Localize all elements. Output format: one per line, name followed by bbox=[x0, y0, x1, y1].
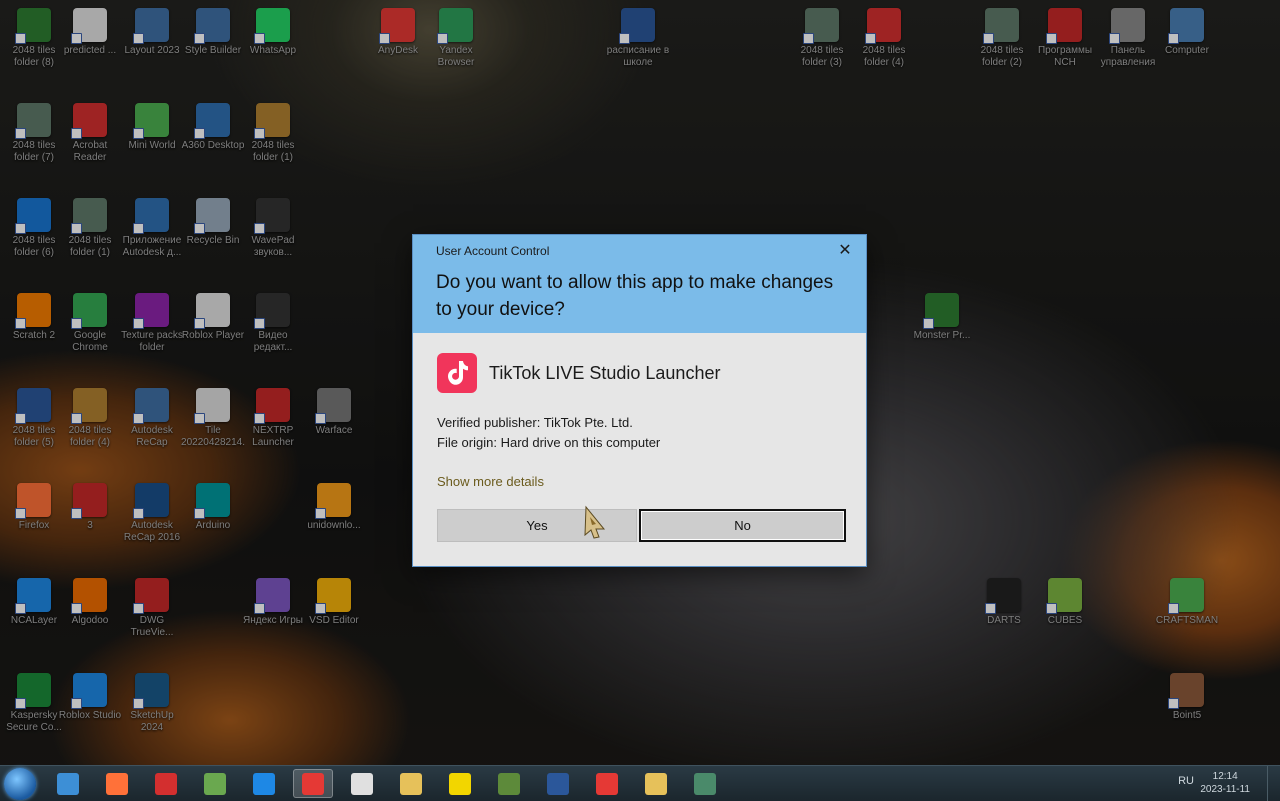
window-icon bbox=[694, 773, 716, 795]
clock-date: 2023-11-11 bbox=[1200, 784, 1250, 795]
word-icon bbox=[547, 773, 569, 795]
taskbar-button[interactable] bbox=[342, 769, 382, 798]
app-icon bbox=[351, 773, 373, 795]
language-indicator[interactable]: RU bbox=[1178, 775, 1194, 787]
minecraft-icon bbox=[204, 773, 226, 795]
taskbar-button[interactable] bbox=[293, 769, 333, 798]
yandex-icon bbox=[596, 773, 618, 795]
taskbar-button[interactable] bbox=[146, 769, 186, 798]
taskbar-button[interactable] bbox=[391, 769, 431, 798]
taskbar-button[interactable] bbox=[97, 769, 137, 798]
app-name: TikTok LIVE Studio Launcher bbox=[489, 363, 721, 383]
minecraft-launcher-icon bbox=[498, 773, 520, 795]
uac-title: User Account Control bbox=[436, 244, 550, 258]
taskbar-button[interactable] bbox=[195, 769, 235, 798]
ie-icon bbox=[253, 773, 275, 795]
file-origin: File origin: Hard drive on this computer bbox=[437, 435, 661, 450]
taskbar-button[interactable] bbox=[48, 769, 88, 798]
firefox-icon bbox=[106, 773, 128, 795]
acrobat-icon bbox=[155, 773, 177, 795]
verified-publisher: Verified publisher: TikTok Pte. Ltd. bbox=[437, 415, 633, 430]
clock-time: 12:14 bbox=[1212, 771, 1238, 782]
taskbar: RU 12:14 2023-11-11 bbox=[0, 765, 1280, 801]
yandex-browser-icon bbox=[302, 773, 324, 795]
taskbar-button[interactable] bbox=[685, 769, 725, 798]
taskbar-button[interactable] bbox=[636, 769, 676, 798]
taskbar-button[interactable] bbox=[587, 769, 627, 798]
cursor-icon bbox=[584, 505, 606, 539]
start-button[interactable] bbox=[4, 768, 36, 800]
explorer-icon bbox=[57, 773, 79, 795]
taskbar-button[interactable] bbox=[440, 769, 480, 798]
close-button[interactable]: ✕ bbox=[834, 241, 856, 261]
tiktok-icon bbox=[437, 353, 477, 393]
files-icon bbox=[645, 773, 667, 795]
taskbar-button[interactable] bbox=[538, 769, 578, 798]
taskbar-button[interactable] bbox=[244, 769, 284, 798]
no-button[interactable]: No bbox=[639, 509, 846, 542]
show-more-details-link[interactable]: Show more details bbox=[437, 474, 544, 489]
uac-dialog: User Account Control ✕ Do you want to al… bbox=[413, 235, 866, 566]
show-desktop-button[interactable] bbox=[1267, 766, 1280, 801]
uac-question: Do you want to allow this app to make ch… bbox=[436, 272, 834, 320]
taskbar-button[interactable] bbox=[489, 769, 529, 798]
folder-icon bbox=[400, 773, 422, 795]
yandex-music-icon bbox=[449, 773, 471, 795]
clock[interactable]: 12:14 2023-11-11 bbox=[1200, 770, 1250, 796]
